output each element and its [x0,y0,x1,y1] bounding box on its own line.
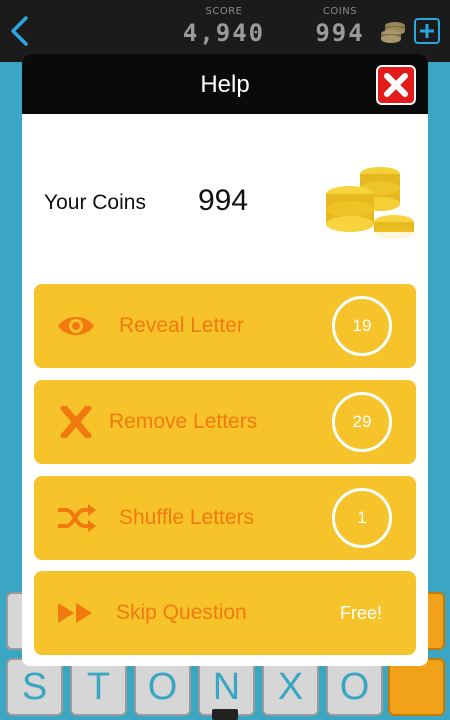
shuffle-icon [58,504,96,532]
remove-letters-button[interactable]: Remove Letters 29 [34,380,416,464]
skip-question-cost: Free! [340,603,383,623]
letter-tile[interactable]: S [6,658,63,716]
letter-tile[interactable]: O [134,658,191,716]
your-coins-label: Your Coins [44,191,146,214]
eye-icon [58,317,94,335]
remove-letters-cost: 29 [332,392,392,452]
remove-letters-label: Remove Letters [109,410,258,433]
coins-display: COINS 994 [308,6,372,47]
add-coins-button[interactable] [414,18,440,44]
skip-question-label: Skip Question [116,601,247,624]
letter-tile-highlight[interactable] [388,658,445,716]
score-label: SCORE [205,6,243,17]
letter-tile[interactable]: X [262,658,319,716]
help-dialog: Help Your Coins 994 Reveal Letter 19 Rem… [22,54,428,666]
shuffle-letters-button[interactable]: Shuffle Letters 1 [34,476,416,560]
fast-forward-icon [58,603,92,623]
shuffle-letters-cost: 1 [332,488,392,548]
coins-value: 994 [315,19,365,47]
back-arrow-icon[interactable] [8,14,30,48]
close-button[interactable] [376,65,416,105]
letter-tile[interactable]: O [326,658,383,716]
close-icon [384,73,408,97]
letter-tile[interactable]: T [70,658,127,716]
letter-tiles-row-bottom: S T O N X O [0,658,450,716]
your-coins-value: 994 [198,184,249,217]
coins-icon [381,22,405,43]
letter-tile[interactable]: N [198,658,255,716]
skip-question-button[interactable]: Skip Question Free! [34,571,416,655]
x-icon [60,406,92,438]
score-display: SCORE 4,940 [176,6,272,47]
menu-grip-icon[interactable] [212,709,238,720]
plus-icon [420,24,434,38]
score-value: 4,940 [182,19,266,47]
top-bar: SCORE 4,940 COINS 994 [0,0,450,62]
reveal-letter-cost: 19 [332,296,392,356]
dialog-header: Help [22,54,428,114]
reveal-letter-label: Reveal Letter [119,314,244,337]
reveal-letter-button[interactable]: Reveal Letter 19 [34,284,416,368]
coin-stack-icon [326,167,414,239]
coins-label: COINS [322,6,358,17]
dialog-title: Help [200,71,250,98]
shuffle-letters-label: Shuffle Letters [119,506,255,529]
